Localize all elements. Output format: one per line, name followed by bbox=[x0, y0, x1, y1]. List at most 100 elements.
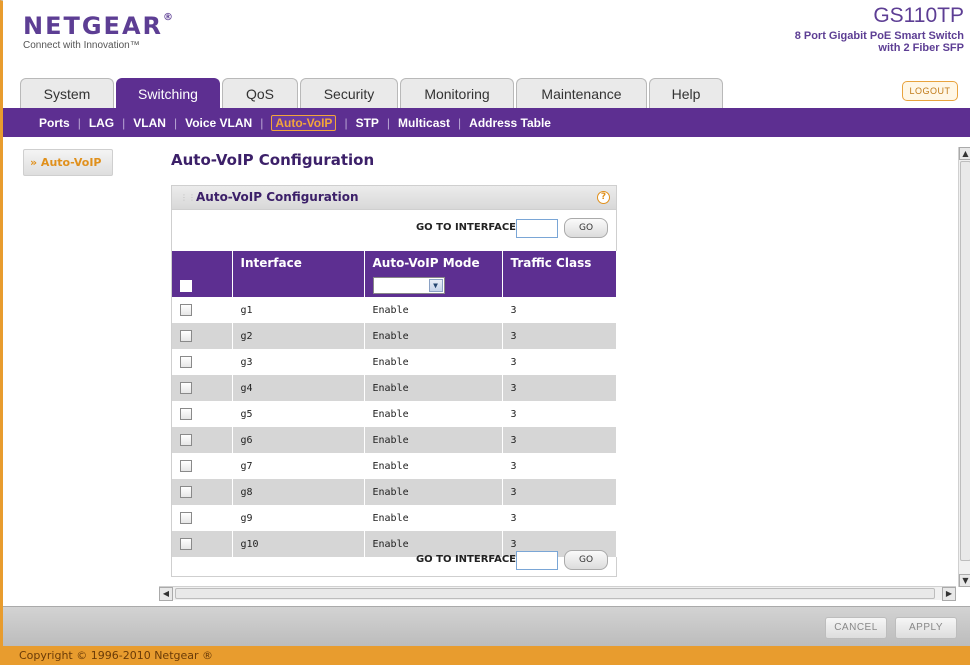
table-row: g4 Enable 3 bbox=[172, 375, 617, 401]
content-area: » Auto-VoIP Auto-VoIP Configuration ⋮⋮ A… bbox=[3, 137, 970, 612]
table-row: g1 Enable 3 bbox=[172, 297, 617, 323]
tab-maintenance[interactable]: Maintenance bbox=[516, 78, 647, 108]
subnav-separator: | bbox=[260, 115, 264, 130]
grip-icon: ⋮⋮ bbox=[180, 193, 196, 202]
column-header-interface: Interface bbox=[232, 251, 365, 274]
scroll-up-icon[interactable]: ▲ bbox=[959, 147, 970, 160]
interface-cell: g5 bbox=[232, 401, 365, 427]
apply-button[interactable]: APPLY bbox=[895, 617, 957, 639]
goto-interface-label: GO TO INTERFACE bbox=[415, 222, 516, 233]
row-checkbox[interactable] bbox=[180, 382, 192, 394]
table-row: g6 Enable 3 bbox=[172, 427, 617, 453]
row-checkbox[interactable] bbox=[180, 330, 192, 342]
tagline: Connect with Innovation™ bbox=[23, 40, 140, 51]
table-row: g2 Enable 3 bbox=[172, 323, 617, 349]
row-checkbox[interactable] bbox=[180, 460, 192, 472]
table-row: g7 Enable 3 bbox=[172, 453, 617, 479]
row-checkbox-cell bbox=[172, 427, 233, 453]
goto-interface-label: GO TO INTERFACE bbox=[415, 554, 516, 565]
interface-cell: g1 bbox=[232, 297, 365, 323]
interface-cell: g3 bbox=[232, 349, 365, 375]
row-checkbox[interactable] bbox=[180, 512, 192, 524]
subnav-item-voice-vlan[interactable]: Voice VLAN bbox=[185, 116, 252, 130]
subnav-item-multicast[interactable]: Multicast bbox=[398, 116, 450, 130]
mode-cell: Enable bbox=[364, 297, 503, 323]
go-button[interactable]: GO bbox=[564, 218, 608, 238]
goto-interface-input[interactable] bbox=[516, 551, 558, 570]
tab-qos[interactable]: QoS bbox=[222, 78, 298, 108]
subnav-item-vlan[interactable]: VLAN bbox=[133, 116, 166, 130]
traffic-class-cell: 3 bbox=[502, 349, 617, 375]
traffic-class-cell: 3 bbox=[502, 427, 617, 453]
tab-security[interactable]: Security bbox=[300, 78, 398, 108]
mode-cell: Enable bbox=[364, 401, 503, 427]
auto-voip-table: Interface Auto-VoIP Mode Traffic Class ▼… bbox=[172, 251, 617, 557]
row-checkbox-cell bbox=[172, 349, 233, 375]
tab-monitoring[interactable]: Monitoring bbox=[400, 78, 514, 108]
subnav-item-auto-voip[interactable]: Auto-VoIP bbox=[271, 114, 337, 131]
interface-cell: g8 bbox=[232, 479, 365, 505]
table-row: g3 Enable 3 bbox=[172, 349, 617, 375]
row-checkbox-cell bbox=[172, 401, 233, 427]
traffic-class-cell: 3 bbox=[502, 479, 617, 505]
logo-text: NETGEAR bbox=[23, 12, 163, 40]
cancel-button[interactable]: CANCEL bbox=[825, 617, 887, 639]
tab-system[interactable]: System bbox=[20, 78, 114, 108]
filter-mode-cell: ▼ bbox=[364, 274, 503, 297]
subnav-separator: | bbox=[173, 115, 178, 130]
header: NETGEAR® Connect with Innovation™ GS110T… bbox=[3, 0, 970, 78]
column-header-select bbox=[172, 251, 233, 274]
row-checkbox-cell bbox=[172, 505, 233, 531]
panel-title: Auto-VoIP Configuration bbox=[196, 190, 359, 204]
scroll-down-icon[interactable]: ▼ bbox=[959, 574, 970, 587]
vertical-scroll-thumb[interactable] bbox=[960, 161, 970, 561]
table-row: g9 Enable 3 bbox=[172, 505, 617, 531]
help-icon[interactable]: ? bbox=[597, 191, 610, 204]
logout-button[interactable]: LOGOUT bbox=[902, 81, 958, 101]
row-checkbox[interactable] bbox=[180, 434, 192, 446]
table-row: g5 Enable 3 bbox=[172, 401, 617, 427]
subnav-item-ports[interactable]: Ports bbox=[39, 116, 70, 130]
row-checkbox-cell bbox=[172, 375, 233, 401]
panel-header: ⋮⋮ Auto-VoIP Configuration ? bbox=[172, 186, 616, 210]
row-checkbox[interactable] bbox=[180, 408, 192, 420]
go-button[interactable]: GO bbox=[564, 550, 608, 570]
netgear-logo: NETGEAR® bbox=[23, 12, 173, 40]
tab-help[interactable]: Help bbox=[649, 78, 723, 108]
subnav-item-stp[interactable]: STP bbox=[356, 116, 379, 130]
subnav-separator: | bbox=[122, 115, 126, 130]
subnav-item-address-table[interactable]: Address Table bbox=[469, 116, 551, 130]
mode-cell: Enable bbox=[364, 453, 503, 479]
chevron-down-icon[interactable]: ▼ bbox=[428, 279, 443, 292]
vertical-scrollbar[interactable]: ▲ ▼ bbox=[958, 147, 970, 587]
horizontal-scroll-thumb[interactable] bbox=[175, 588, 935, 599]
row-checkbox[interactable] bbox=[180, 304, 192, 316]
mode-cell: Enable bbox=[364, 427, 503, 453]
row-checkbox-cell bbox=[172, 453, 233, 479]
subnav-separator: | bbox=[77, 115, 81, 130]
horizontal-scrollbar[interactable]: ◀ ▶ bbox=[159, 586, 956, 601]
filter-row: ▼ bbox=[172, 274, 617, 297]
goto-interface-input[interactable] bbox=[516, 219, 558, 238]
tab-switching[interactable]: Switching bbox=[116, 78, 220, 108]
scroll-right-icon[interactable]: ▶ bbox=[942, 587, 956, 601]
table-header-row: Interface Auto-VoIP Mode Traffic Class bbox=[172, 251, 617, 274]
leftnav-item-auto-voip[interactable]: » Auto-VoIP bbox=[23, 149, 113, 176]
auto-voip-mode-select[interactable]: ▼ bbox=[372, 277, 445, 294]
subnav-item-lag[interactable]: LAG bbox=[89, 116, 114, 130]
row-checkbox[interactable] bbox=[180, 486, 192, 498]
row-checkbox[interactable] bbox=[180, 356, 192, 368]
select-all-checkbox[interactable] bbox=[180, 279, 192, 292]
interface-cell: g9 bbox=[232, 505, 365, 531]
scroll-left-icon[interactable]: ◀ bbox=[159, 587, 173, 601]
copyright-text: Copyright © 1996-2010 Netgear ® bbox=[19, 649, 214, 662]
mode-cell: Enable bbox=[364, 323, 503, 349]
logo-registered-mark: ® bbox=[163, 12, 173, 23]
traffic-class-cell: 3 bbox=[502, 401, 617, 427]
copyright-bar: Copyright © 1996-2010 Netgear ® bbox=[3, 646, 970, 665]
goto-interface-row-bottom: GO TO INTERFACE GO bbox=[172, 548, 616, 574]
column-header-traffic-class: Traffic Class bbox=[502, 251, 617, 274]
subnav: Ports | LAG | VLAN | Voice VLAN | Auto-V… bbox=[3, 108, 970, 137]
main-tabs: System Switching QoS Security Monitoring… bbox=[3, 78, 970, 108]
table-row: g8 Enable 3 bbox=[172, 479, 617, 505]
